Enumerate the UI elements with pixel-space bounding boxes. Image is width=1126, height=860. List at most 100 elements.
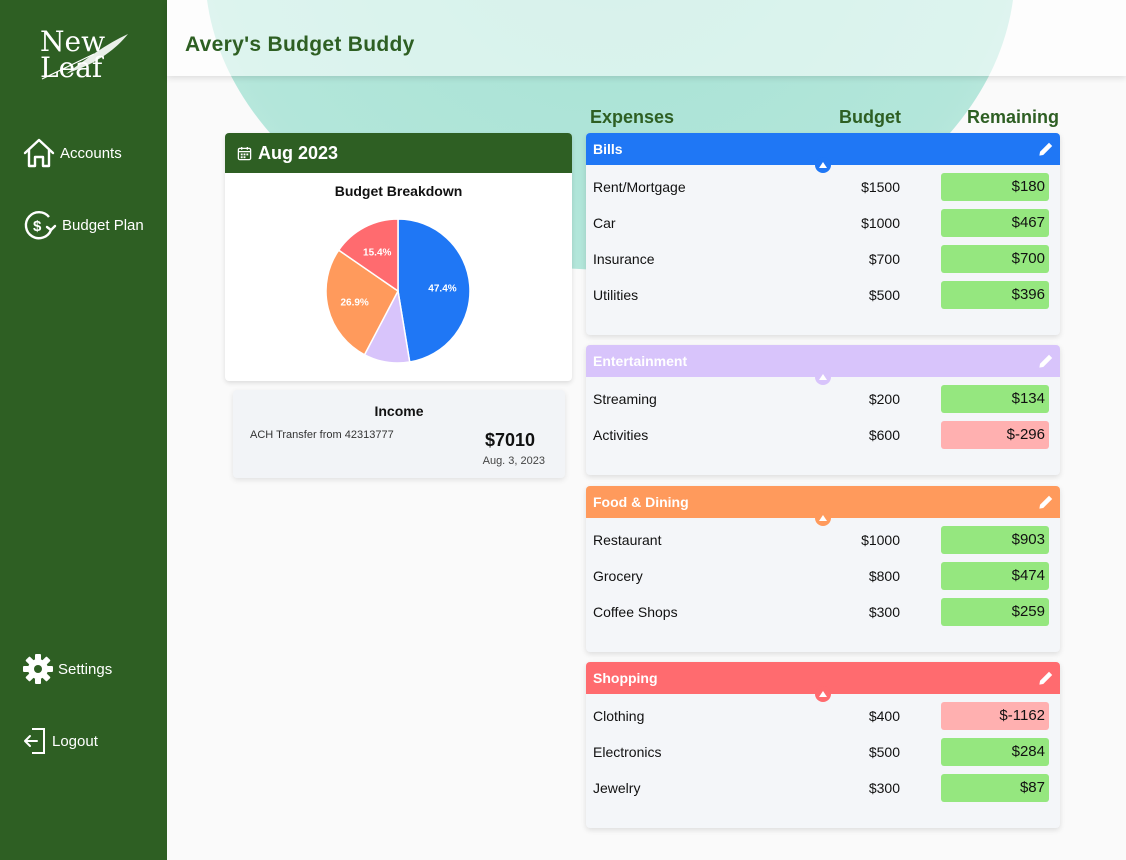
expense-budget: $300 — [868, 780, 900, 796]
expense-row: Utilities $500 $396 — [586, 277, 1060, 313]
expenses-header: Expenses — [590, 107, 675, 127]
category-header: Shopping — [586, 662, 1060, 702]
expense-remaining: $-296 — [941, 421, 1049, 449]
expense-row: Restaurant $1000 $903 — [586, 522, 1060, 558]
category-food-dining: Food & Dining Restaurant $1000 $903 Grocer… — [586, 486, 1060, 652]
expense-name: Car — [593, 215, 616, 231]
leaf-icon — [41, 34, 128, 80]
income-description: ACH Transfer from 42313777 — [250, 429, 394, 441]
edit-icon[interactable] — [1038, 353, 1054, 369]
expense-row: Insurance $700 $700 — [586, 241, 1060, 277]
expense-name: Rent/Mortgage — [593, 179, 686, 195]
category-entertainment: Entertainment Streaming $200 $134 Activiti… — [586, 345, 1060, 475]
pie-slice-label: 47.4% — [428, 283, 456, 294]
budget-pie-chart: 47.4% 26.9% 15.4% — [325, 218, 471, 364]
expense-name: Utilities — [593, 287, 639, 303]
expense-budget: $1000 — [861, 532, 900, 548]
expense-remaining: $467 — [941, 209, 1049, 237]
page-title: Avery's Budget Buddy — [185, 33, 415, 56]
expense-row: Electronics $500 $284 — [586, 734, 1060, 770]
edit-icon[interactable] — [1038, 494, 1054, 510]
expense-remaining: $-1162 — [941, 702, 1049, 730]
expense-remaining: $134 — [941, 385, 1049, 413]
svg-text:$: $ — [33, 218, 42, 235]
expense-row: Coffee Shops $300 $259 — [586, 594, 1060, 630]
home-icon — [23, 138, 55, 168]
expense-name: Jewelry — [593, 780, 641, 796]
category-bills: Bills Rent/Mortgage $1500 $180 Car $1000 $46… — [586, 133, 1060, 335]
sidebar-item-label: Logout — [52, 732, 98, 750]
expense-name: Restaurant — [593, 532, 662, 548]
category-shopping: Shopping Clothing $400 $-1162 Electronics $… — [586, 662, 1060, 828]
expense-budget: $800 — [868, 568, 900, 584]
month-label: Aug 2023 — [258, 142, 339, 163]
expense-remaining: $474 — [941, 562, 1049, 590]
expense-budget: $500 — [868, 287, 900, 303]
expense-row: Activities $600 $-296 — [586, 417, 1060, 453]
expense-budget: $300 — [868, 604, 900, 620]
expense-row: Car $1000 $467 — [586, 205, 1060, 241]
expense-budget: $200 — [868, 391, 900, 407]
sidebar-item-logout[interactable]: Logout — [22, 726, 98, 756]
expense-remaining: $284 — [941, 738, 1049, 766]
expense-budget: $600 — [868, 427, 900, 443]
gear-icon — [23, 654, 53, 684]
expense-remaining: $903 — [941, 526, 1049, 554]
logo[interactable]: New Leaf — [36, 24, 132, 86]
pie-slice-label: 26.9% — [340, 298, 368, 309]
expense-budget: $400 — [868, 708, 900, 724]
sidebar-item-accounts[interactable]: Accounts — [22, 136, 122, 170]
edit-icon[interactable] — [1038, 670, 1054, 686]
expense-remaining: $180 — [941, 173, 1049, 201]
expense-row: Jewelry $300 $87 — [586, 770, 1060, 806]
expense-name: Insurance — [593, 251, 655, 267]
expense-budget: $1000 — [861, 215, 900, 231]
sidebar-item-budget-plan[interactable]: $ Budget Plan — [22, 208, 144, 242]
category-name: Food & Dining — [593, 494, 689, 510]
expense-budget: $1500 — [861, 179, 900, 195]
category-name: Entertainment — [593, 353, 688, 369]
edit-icon[interactable] — [1038, 141, 1054, 157]
category-header: Entertainment — [586, 345, 1060, 385]
sidebar-item-label: Accounts — [60, 144, 122, 162]
income-amount: $7010 — [484, 430, 535, 450]
expense-name: Streaming — [593, 391, 657, 407]
expense-name: Coffee Shops — [593, 604, 678, 620]
remaining-header: Remaining — [967, 107, 1060, 127]
main-content: Aug 2023 Budget Breakdown 47.4% 26.9% 15.4… — [167, 0, 1126, 860]
expense-name: Electronics — [593, 744, 662, 760]
expense-remaining: $700 — [941, 245, 1049, 273]
expense-budget: $500 — [868, 744, 900, 760]
category-header: Bills — [586, 133, 1060, 173]
dollar-cycle-icon: $ — [24, 211, 57, 240]
income-date: Aug. 3, 2023 — [482, 455, 545, 467]
sidebar-item-settings[interactable]: Settings — [22, 653, 112, 685]
expense-remaining: $259 — [941, 598, 1049, 626]
expense-row: Rent/Mortgage $1500 $180 — [586, 169, 1060, 205]
income-title: Income — [374, 403, 424, 419]
expense-name: Clothing — [593, 708, 645, 724]
expense-row: Grocery $800 $474 — [586, 558, 1060, 594]
budget-breakdown-card: Aug 2023 Budget Breakdown 47.4% 26.9% 15.4… — [225, 133, 572, 381]
month-selector[interactable]: Aug 2023 — [225, 133, 572, 173]
expense-remaining: $396 — [941, 281, 1049, 309]
pie-slice-label: 15.4% — [363, 247, 391, 258]
expense-remaining: $87 — [941, 774, 1049, 802]
expense-name: Grocery — [593, 568, 643, 584]
calendar-icon — [237, 146, 252, 160]
header: Avery's Budget Buddy — [167, 0, 1126, 76]
budget-header: Budget — [839, 107, 901, 127]
expense-budget: $700 — [868, 251, 900, 267]
sidebar-item-label: Settings — [58, 660, 113, 678]
sidebar-item-label: Budget Plan — [62, 216, 144, 234]
income-card: Income ACH Transfer from 42313777 $7010 … — [233, 390, 565, 478]
category-name: Shopping — [593, 670, 658, 686]
category-name: Bills — [593, 141, 623, 157]
chart-title: Budget Breakdown — [334, 183, 463, 199]
expense-row: Clothing $400 $-1162 — [586, 698, 1060, 734]
logout-icon — [24, 728, 45, 754]
expense-name: Activities — [593, 427, 649, 443]
expense-row: Streaming $200 $134 — [586, 381, 1060, 417]
sidebar: New Leaf Accounts $ Budget Plan Settings… — [0, 0, 167, 860]
category-header: Food & Dining — [586, 486, 1060, 526]
